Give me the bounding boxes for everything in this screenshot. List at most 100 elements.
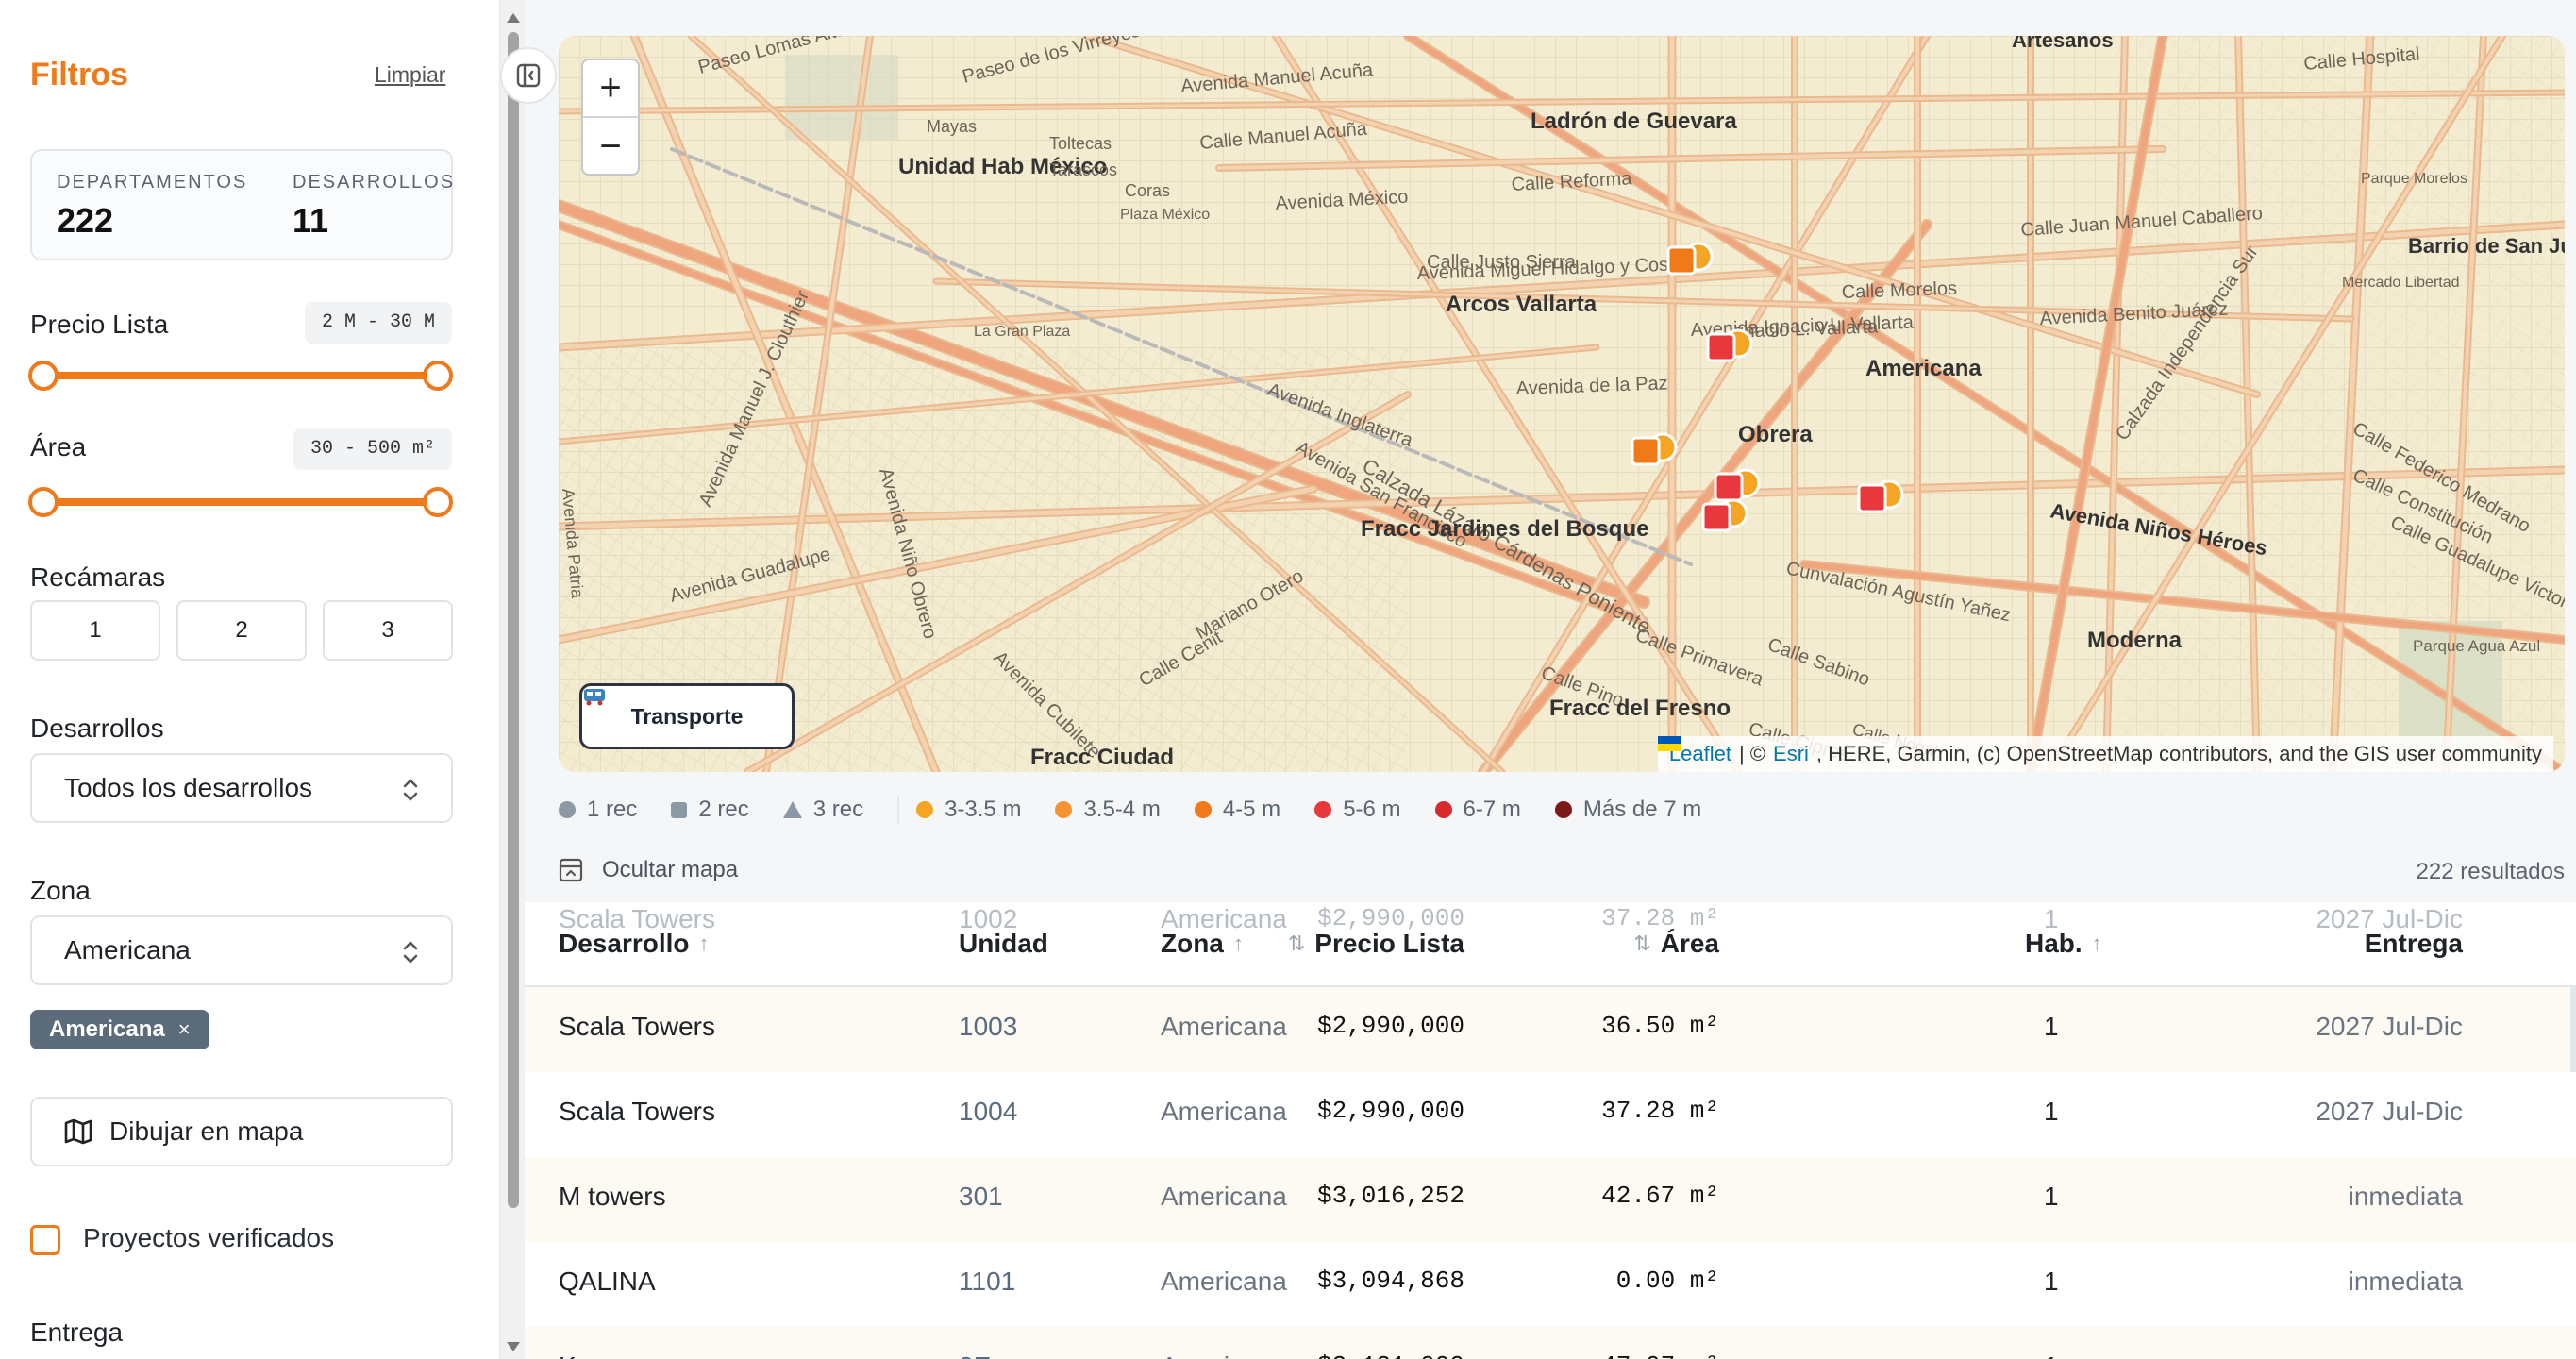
area-slider-track[interactable] bbox=[28, 487, 453, 517]
transport-button[interactable]: Transporte bbox=[579, 683, 795, 749]
legend-size-label: 6-7 m bbox=[1463, 797, 1521, 822]
map-label: Mercado Libertad bbox=[2342, 275, 2460, 291]
cell-bedrooms: 1 bbox=[2044, 1182, 2059, 1211]
cell-unit: 2E bbox=[959, 1351, 991, 1359]
map-label: Moderna bbox=[2087, 628, 2183, 653]
scroll-down-arrow-icon[interactable] bbox=[507, 1342, 520, 1351]
verified-projects-checkbox[interactable] bbox=[30, 1225, 60, 1255]
zone-select[interactable]: Americana bbox=[30, 915, 453, 985]
area-max-thumb[interactable] bbox=[423, 487, 453, 517]
map-label: Parque Morelos bbox=[2361, 171, 2467, 187]
bedroom-option-1[interactable]: 1 bbox=[30, 600, 160, 661]
map-label: Fracc Ciudad bbox=[1030, 745, 1174, 770]
cell-bedrooms: 1 bbox=[2044, 1097, 2059, 1126]
map-marker[interactable] bbox=[1666, 245, 1697, 276]
legend-size-label: 5-6 m bbox=[1343, 797, 1401, 822]
table-row[interactable]: M towers 301 Americana $3,016,252 42.67 … bbox=[525, 1157, 2576, 1242]
stat-apartments: DEPARTAMENTOS 222 bbox=[57, 172, 247, 241]
map-marker[interactable] bbox=[1714, 472, 1744, 502]
zoom-out-button[interactable]: − bbox=[583, 118, 638, 176]
cell-price: $3,094,868 bbox=[1316, 1267, 1464, 1295]
price-slider-track[interactable] bbox=[28, 361, 453, 391]
map-marker[interactable] bbox=[1631, 436, 1661, 466]
map-marker[interactable] bbox=[1706, 332, 1736, 362]
bedroom-option-3[interactable]: 3 bbox=[323, 600, 453, 661]
legend-size-1: 3.5-4 m bbox=[1055, 797, 1161, 823]
cell-zone: Americana bbox=[1161, 1097, 1287, 1126]
cell-area: 42.67 m² bbox=[1601, 1182, 1719, 1210]
draw-on-map-button[interactable]: Dibujar en mapa bbox=[30, 1097, 453, 1166]
map-attribution: Leaflet | © Esri , HERE, Garmin, (c) Ope… bbox=[1657, 736, 2553, 772]
map-label: Ladrón de Guevara bbox=[1531, 109, 1737, 134]
sort-toggle-icon[interactable]: ⇅ bbox=[1633, 931, 1650, 956]
map-marker[interactable] bbox=[1701, 502, 1731, 532]
table-row[interactable]: QALINA 1101 Americana $3,094,868 0.00 m²… bbox=[525, 1242, 2576, 1327]
price-min-thumb[interactable] bbox=[28, 361, 59, 391]
column-header-price[interactable]: ⇅ Precio Lista bbox=[1288, 929, 1464, 959]
cell-area: 0.00 m² bbox=[1615, 1267, 1719, 1295]
ukraine-flag-icon bbox=[1657, 736, 1681, 751]
cell-area: 37.28 m² bbox=[1601, 1097, 1719, 1125]
stat-apartments-value: 222 bbox=[57, 201, 114, 240]
remove-tag-icon[interactable]: × bbox=[178, 1017, 191, 1042]
cell-development: QALINA bbox=[559, 1267, 656, 1296]
column-header-label: Unidad bbox=[959, 929, 1048, 958]
sidebar-scrollbar[interactable] bbox=[500, 0, 525, 1359]
column-header-delivery[interactable]: Entrega bbox=[2365, 929, 2463, 959]
map-tiles[interactable]: Paseo Lomas Altas Paseo de los Virreyes Av… bbox=[559, 36, 2565, 772]
zoom-control: + − bbox=[581, 59, 640, 176]
sort-arrow-icon[interactable]: ↑ bbox=[1233, 931, 1244, 956]
collapse-sidebar-button[interactable] bbox=[500, 47, 557, 104]
esri-link[interactable]: Esri bbox=[1773, 742, 1809, 766]
scroll-up-arrow-icon[interactable] bbox=[507, 13, 520, 23]
map-label: Coras bbox=[1125, 181, 1170, 200]
zone-select-value: Americana bbox=[64, 935, 191, 965]
results-count: 222 resultados bbox=[2416, 859, 2565, 884]
hide-map-button[interactable]: Ocultar mapa bbox=[559, 857, 738, 883]
color-dot-icon bbox=[1194, 801, 1212, 818]
cell-bedrooms: 1 bbox=[2044, 1012, 2059, 1041]
sort-toggle-icon[interactable]: ⇅ bbox=[1288, 931, 1305, 956]
cell-area: 47.07 m² bbox=[1601, 1351, 1719, 1359]
table-row[interactable]: Scala Towers 1003 Americana $2,990,000 3… bbox=[525, 987, 2576, 1072]
stat-developments-value: 11 bbox=[293, 201, 329, 240]
clear-filters-link[interactable]: Limpiar bbox=[375, 62, 445, 88]
price-max-thumb[interactable] bbox=[423, 361, 453, 391]
delivery-label: Entrega bbox=[30, 1317, 124, 1347]
map-label: Barrio de San Juan de Dios bbox=[2408, 234, 2565, 258]
sort-arrow-icon[interactable]: ↑ bbox=[699, 931, 710, 956]
color-dot-icon bbox=[1434, 801, 1452, 818]
sort-arrow-icon[interactable]: ↑ bbox=[2092, 931, 2102, 956]
map-label: Tarascos bbox=[1049, 160, 1117, 179]
table-row[interactable]: Scala Towers 1004 Americana $2,990,000 3… bbox=[525, 1072, 2576, 1157]
map-label: Plaza México bbox=[1120, 207, 1210, 223]
bedroom-option-2[interactable]: 2 bbox=[176, 600, 307, 661]
table-row[interactable]: Kanva 2E Americana $3,131,000 47.07 m² 1 bbox=[525, 1327, 2576, 1359]
zone-tag-label: Americana bbox=[49, 1016, 165, 1042]
cell-bedrooms: 1 bbox=[2044, 1351, 2059, 1359]
legend-size-4: 6-7 m bbox=[1434, 797, 1521, 823]
attribution-text: , HERE, Garmin, (c) OpenStreetMap contri… bbox=[1815, 742, 2542, 765]
column-header-development[interactable]: Desarrollo ↑ bbox=[559, 929, 710, 959]
zone-filter-tag[interactable]: Americana × bbox=[30, 1010, 209, 1049]
zoom-in-button[interactable]: + bbox=[583, 60, 638, 118]
developments-select[interactable]: Todos los desarrollos bbox=[30, 753, 453, 823]
map-marker[interactable] bbox=[1857, 483, 1887, 513]
cell-delivery: 2027 Jul-Dic bbox=[2316, 1097, 2463, 1126]
map-label: Obrera bbox=[1738, 422, 1813, 447]
legend-1-bedroom-label: 1 rec bbox=[587, 797, 638, 822]
column-header-area[interactable]: ⇅ Área bbox=[1633, 929, 1719, 959]
column-header-zone[interactable]: Zona ↑ bbox=[1161, 929, 1244, 959]
cell-area: 36.50 m² bbox=[1601, 1012, 1719, 1040]
color-dot-icon bbox=[916, 801, 934, 818]
map-view[interactable]: Paseo Lomas Altas Paseo de los Virreyes Av… bbox=[559, 36, 2565, 772]
cell-delivery: 2027 Jul-Dic bbox=[2316, 1012, 2463, 1041]
legend-size-label: Más de 7 m bbox=[1582, 797, 1702, 822]
column-header-unit[interactable]: Unidad bbox=[959, 929, 1048, 959]
developments-label: Desarrollos bbox=[30, 713, 164, 743]
scrollbar-thumb[interactable] bbox=[508, 32, 519, 1208]
developments-select-value: Todos los desarrollos bbox=[64, 773, 313, 802]
area-min-thumb[interactable] bbox=[28, 487, 59, 517]
price-label: Precio Lista bbox=[30, 310, 169, 339]
column-header-bedrooms[interactable]: Hab. ↑ bbox=[2025, 929, 2102, 959]
